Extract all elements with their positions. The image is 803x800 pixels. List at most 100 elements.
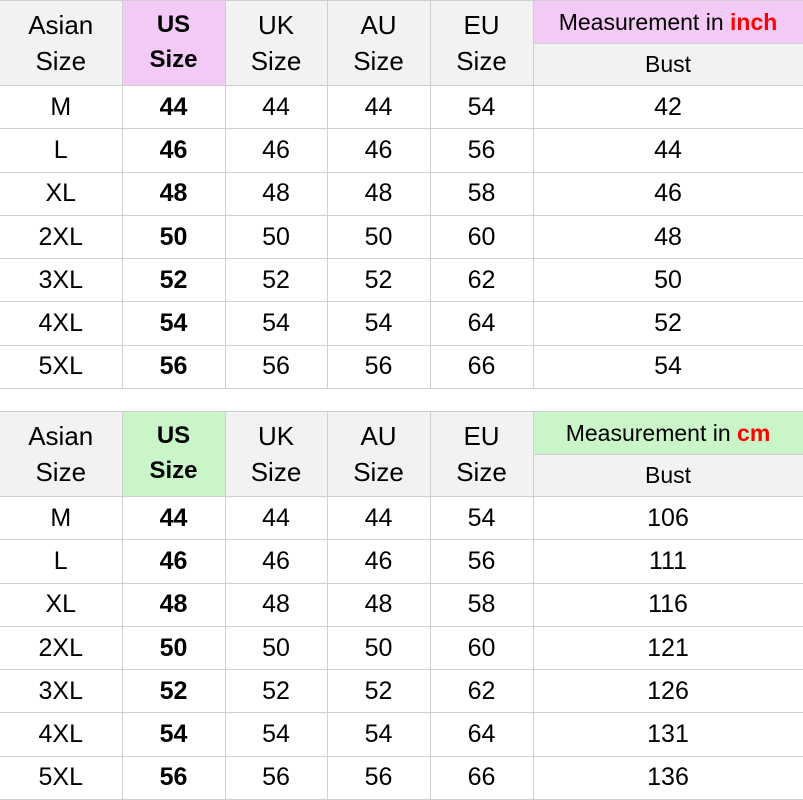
bust-cell: 121 (532, 625, 803, 671)
bust-cell: 136 (532, 755, 803, 800)
measurement-unit: inch (730, 8, 778, 35)
table-row: 2XL 50 50 50 60 121 (0, 625, 803, 671)
us-size-cell: 54 (121, 301, 226, 346)
us-size-cell: 54 (121, 712, 226, 757)
us-size-cell: 50 (121, 625, 226, 671)
au-size-cell: 48 (326, 582, 431, 627)
uk-size-cell: 46 (224, 128, 328, 173)
measurement-unit-header: Measurement in inch (532, 0, 803, 44)
us-size-cell: 46 (121, 128, 226, 173)
us-size-cell: 46 (121, 539, 226, 584)
us-size-cell: 56 (121, 344, 226, 390)
uk-size-cell: 52 (224, 669, 328, 714)
us-size-cell: 52 (121, 258, 226, 303)
asian-size-cell: 3XL (0, 258, 123, 303)
eu-size-cell: 60 (429, 625, 534, 671)
table-row: 5XL 56 56 56 66 136 (0, 755, 803, 800)
au-size-cell: 52 (326, 669, 431, 714)
bust-cell: 44 (532, 128, 803, 173)
au-size-header: AU Size (326, 0, 431, 86)
eu-size-cell: 58 (429, 582, 534, 627)
table-row: XL 48 48 48 58 46 (0, 171, 803, 216)
asian-size-cell: XL (0, 582, 123, 627)
uk-size-cell: 44 (224, 84, 328, 130)
bust-cell: 48 (532, 214, 803, 260)
us-size-cell: 44 (121, 84, 226, 130)
asian-size-cell: 3XL (0, 669, 123, 714)
au-size-cell: 50 (326, 214, 431, 260)
uk-size-cell: 52 (224, 258, 328, 303)
asian-size-cell: 5XL (0, 344, 123, 390)
au-size-cell: 56 (326, 344, 431, 390)
measurement-unit: cm (737, 419, 771, 446)
eu-size-cell: 58 (429, 171, 534, 216)
table-row: M 44 44 44 54 106 (0, 495, 803, 541)
eu-size-cell: 66 (429, 755, 534, 800)
table-row: L 46 46 46 56 44 (0, 128, 803, 173)
au-size-cell: 54 (326, 301, 431, 346)
eu-size-cell: 62 (429, 669, 534, 714)
size-chart-cm-table: Asian Size US Size UK Size AU Size EU Size Me… (0, 411, 803, 800)
au-size-cell: 56 (326, 755, 431, 800)
us-size-cell: 50 (121, 214, 226, 260)
eu-size-cell: 56 (429, 539, 534, 584)
uk-size-cell: 56 (224, 344, 328, 390)
au-size-cell: 46 (326, 128, 431, 173)
header-row: Asian Size US Size UK Size AU Size EU Size Me… (0, 0, 803, 86)
bust-cell: 111 (532, 539, 803, 584)
table-row: 4XL 54 54 54 64 131 (0, 712, 803, 757)
uk-size-cell: 54 (224, 301, 328, 346)
us-size-header: US Size (121, 411, 226, 497)
bust-cell: 42 (532, 84, 803, 130)
bust-cell: 52 (532, 301, 803, 346)
table-row: M 44 44 44 54 42 (0, 84, 803, 130)
au-size-cell: 54 (326, 712, 431, 757)
us-size-cell: 52 (121, 669, 226, 714)
uk-size-cell: 56 (224, 755, 328, 800)
asian-size-cell: L (0, 539, 123, 584)
table-row: 4XL 54 54 54 64 52 (0, 301, 803, 346)
us-size-cell: 48 (121, 582, 226, 627)
uk-size-cell: 48 (224, 171, 328, 216)
measurement-prefix: Measurement in (565, 419, 738, 446)
asian-size-cell: L (0, 128, 123, 173)
eu-size-header: EU Size (429, 411, 534, 497)
asian-size-cell: 4XL (0, 301, 123, 346)
bust-cell: 116 (532, 582, 803, 627)
bust-cell: 46 (532, 171, 803, 216)
bust-cell: 54 (532, 344, 803, 390)
table-row: 3XL 52 52 52 62 50 (0, 258, 803, 303)
eu-size-cell: 54 (429, 495, 534, 541)
au-size-header: AU Size (326, 411, 431, 497)
asian-size-cell: 4XL (0, 712, 123, 757)
au-size-cell: 44 (326, 495, 431, 541)
eu-size-cell: 56 (429, 128, 534, 173)
uk-size-header: UK Size (224, 411, 328, 497)
table-row: L 46 46 46 56 111 (0, 539, 803, 584)
eu-size-cell: 62 (429, 258, 534, 303)
asian-size-cell: 2XL (0, 625, 123, 671)
uk-size-header: UK Size (224, 0, 328, 86)
eu-size-header: EU Size (429, 0, 534, 86)
table-row: 3XL 52 52 52 62 126 (0, 669, 803, 714)
eu-size-cell: 64 (429, 301, 534, 346)
bust-header: Bust (533, 43, 803, 86)
us-size-cell: 48 (121, 171, 226, 216)
uk-size-cell: 50 (224, 214, 328, 260)
asian-size-cell: 5XL (0, 755, 123, 800)
eu-size-cell: 60 (429, 214, 534, 260)
measurement-unit-header: Measurement in cm (532, 411, 803, 455)
us-size-header: US Size (121, 0, 226, 86)
table-row: 5XL 56 56 56 66 54 (0, 344, 803, 390)
eu-size-cell: 64 (429, 712, 534, 757)
au-size-cell: 44 (326, 84, 431, 130)
bust-cell: 106 (532, 495, 803, 541)
asian-size-cell: 2XL (0, 214, 123, 260)
eu-size-cell: 66 (429, 344, 534, 390)
us-size-cell: 56 (121, 755, 226, 800)
bust-cell: 126 (532, 669, 803, 714)
au-size-cell: 52 (326, 258, 431, 303)
table-row: 2XL 50 50 50 60 48 (0, 214, 803, 260)
bust-header: Bust (533, 454, 803, 497)
bust-cell: 131 (532, 712, 803, 757)
